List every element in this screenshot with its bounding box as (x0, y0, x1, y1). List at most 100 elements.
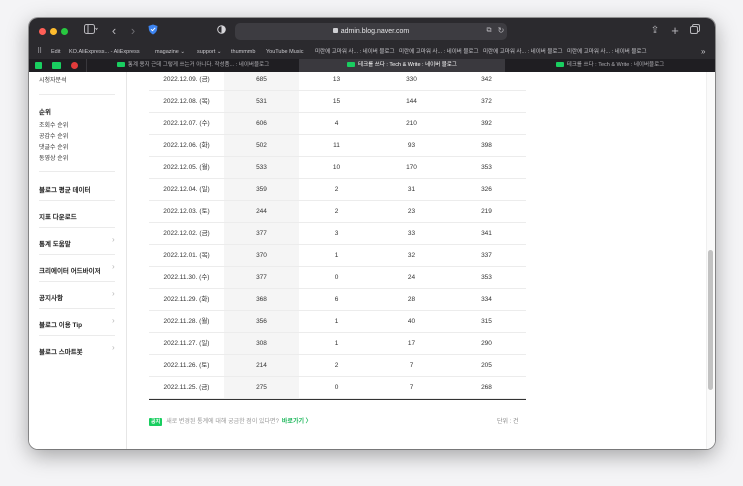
sidebar-icon[interactable] (81, 24, 101, 38)
pinned-tab-icon[interactable] (71, 62, 78, 69)
sidebar-divider (39, 254, 115, 255)
metric-cell: 4 (334, 120, 339, 127)
scrollbar-thumb[interactable] (708, 250, 713, 390)
sidebar-divider (39, 94, 115, 95)
bookmark-item[interactable]: thummmb (231, 45, 255, 59)
date-cell: 2022.12.07. (수) (163, 120, 210, 127)
url-text: admin.blog.naver.com (340, 28, 410, 35)
sidebar-menu-blog-tip[interactable]: 블로그 이용 Tip (39, 319, 82, 329)
shield-icon[interactable] (147, 24, 159, 38)
table-row: 2022.12.04. (일) 359 2 31 326 (149, 179, 526, 201)
browser-window: ‹ › admin.blog.naver.com ⧉ ↻ ⇪ + ⠿ Edit … (29, 18, 715, 449)
chevron-right-icon: › (112, 316, 115, 325)
date-cell: 2022.11.25. (금) (163, 384, 210, 391)
tab-overview-icon[interactable] (689, 24, 701, 38)
metric-cell: 144 (406, 98, 417, 105)
minimize-window-button[interactable] (50, 28, 57, 35)
notice-link[interactable]: 바로가기 〉 (282, 419, 312, 425)
naver-favicon[interactable] (52, 62, 61, 69)
metric-cell: 372 (481, 98, 492, 105)
sidebar-item-video-rank[interactable]: 동영상 순위 (39, 153, 68, 162)
sidebar-menu-download[interactable]: 지표 다운로드 (39, 211, 77, 221)
bookmarks-bar: ⠿ Edit KO.AliExpress... - AliExpress mag… (29, 45, 715, 59)
table-row: 2022.12.05. (월) 533 10 170 353 (149, 157, 526, 179)
sidebar-menu-notice[interactable]: 공지사항 (39, 292, 63, 302)
views-cell: 531 (256, 98, 267, 105)
share-icon[interactable]: ⇪ (649, 24, 661, 38)
translate-icon[interactable]: ⧉ (484, 24, 494, 38)
sidebar-menu-creator-advisor[interactable]: 크리에이터 어드바이저 (39, 265, 101, 275)
metric-cell: 210 (406, 120, 417, 127)
views-cell: 368 (256, 296, 267, 303)
table-row: 2022.11.28. (월) 356 1 40 315 (149, 311, 526, 333)
rank-section-title: 순위 (39, 109, 51, 116)
views-cell: 214 (256, 362, 267, 369)
sidebar-item-likes-rank[interactable]: 공감수 순위 (39, 131, 68, 140)
sidebar-menu-average-data[interactable]: 블로그 평균 데이터 (39, 184, 90, 194)
naver-tab-icon (555, 62, 564, 68)
sidebar-menu-help[interactable]: 통계 도움말 (39, 238, 71, 248)
bookmark-item[interactable]: 미란에 고마워 사... : 네이버 블로그 (315, 45, 395, 59)
grid-icon[interactable]: ⠿ (37, 45, 42, 59)
table-row: 2022.12.06. (화) 502 11 93 398 (149, 135, 526, 157)
bookmark-item[interactable]: YouTube Music (266, 45, 304, 59)
tab-1[interactable]: 통계 용지 근데 그렇게 쓰는거 아니다. 작성품... : 네이버블로그 (86, 59, 299, 72)
table-row: 2022.12.03. (토) 244 2 23 219 (149, 201, 526, 223)
metric-cell: 2 (334, 362, 339, 369)
forward-icon[interactable]: › (128, 24, 138, 38)
browser-toolbar: ‹ › admin.blog.naver.com ⧉ ↻ ⇪ + (29, 18, 715, 45)
metric-cell: 24 (407, 274, 416, 281)
sidebar-divider (39, 308, 115, 309)
date-cell: 2022.12.05. (월) (163, 164, 210, 171)
bookmark-item[interactable]: KO.AliExpress... - AliExpress (69, 45, 140, 59)
back-icon[interactable]: ‹ (109, 24, 119, 38)
bookmark-item[interactable]: 미란에 고마워 사... : 네이버 블로그 (567, 45, 685, 59)
views-cell: 377 (256, 274, 267, 281)
close-window-button[interactable] (39, 28, 46, 35)
reload-icon[interactable]: ↻ (496, 24, 506, 38)
chevron-right-icon: › (112, 289, 115, 298)
metric-cell: 17 (407, 340, 416, 347)
sidebar-divider (39, 171, 115, 172)
views-cell: 502 (256, 142, 267, 149)
more-bookmarks-icon[interactable]: » (701, 45, 705, 59)
metric-cell: 170 (406, 164, 417, 171)
sidebar-divider (39, 200, 115, 201)
bookmark-item[interactable]: Edit (51, 45, 60, 59)
new-tab-icon[interactable]: + (669, 24, 681, 38)
metric-cell: 392 (481, 120, 492, 127)
metric-cell: 353 (481, 164, 492, 171)
privacy-report-icon[interactable] (215, 24, 227, 38)
bookmark-item[interactable]: support ⌄ (197, 45, 221, 59)
zoom-window-button[interactable] (61, 28, 68, 35)
naver-tab-icon (116, 62, 125, 68)
tab-3[interactable]: 테크를 쓰다 : Tech & Write : 네이버블로그 (505, 59, 715, 72)
notice-badge: 공지 (149, 418, 163, 426)
date-cell: 2022.11.27. (일) (163, 340, 210, 347)
metric-cell: 11 (333, 142, 340, 149)
views-cell: 244 (256, 208, 267, 215)
naver-favicon[interactable] (35, 62, 42, 69)
views-cell: 377 (256, 230, 267, 237)
sidebar-item-audience[interactable]: 시청자분석 (39, 75, 67, 84)
bookmark-item[interactable]: magazine ⌄ (155, 45, 185, 59)
metric-cell: 28 (407, 296, 416, 303)
bookmark-item[interactable]: 미란에 고마워 사... : 네이버 블로그 (399, 45, 479, 59)
lock-icon (332, 28, 338, 33)
metric-cell: 326 (481, 186, 492, 193)
sidebar-item-views-rank[interactable]: 조회수 순위 (39, 120, 68, 129)
table-row: 2022.11.25. (금) 275 0 7 268 (149, 377, 526, 399)
table-row: 2022.12.08. (목) 531 15 144 372 (149, 91, 526, 113)
sidebar-menu-smartbot[interactable]: 블로그 스마트봇 (39, 346, 83, 356)
views-cell: 370 (256, 252, 267, 259)
address-bar[interactable]: admin.blog.naver.com (235, 23, 507, 40)
tab-2-active[interactable]: 테크를 쓰다 : Tech & Write : 네이버 블로그 (299, 59, 505, 72)
metric-cell: 290 (481, 340, 492, 347)
date-cell: 2022.12.09. (금) (163, 76, 210, 83)
bookmark-item[interactable]: 미란에 고마워 사... : 네이버 블로그 (483, 45, 563, 59)
sidebar-item-comments-rank[interactable]: 댓글수 순위 (39, 142, 68, 151)
metric-cell: 93 (407, 142, 416, 149)
tab-label: 테크를 쓰다 : Tech & Write : 네이버 블로그 (358, 62, 457, 68)
metric-cell: 330 (406, 76, 417, 83)
metric-cell: 13 (332, 76, 341, 83)
